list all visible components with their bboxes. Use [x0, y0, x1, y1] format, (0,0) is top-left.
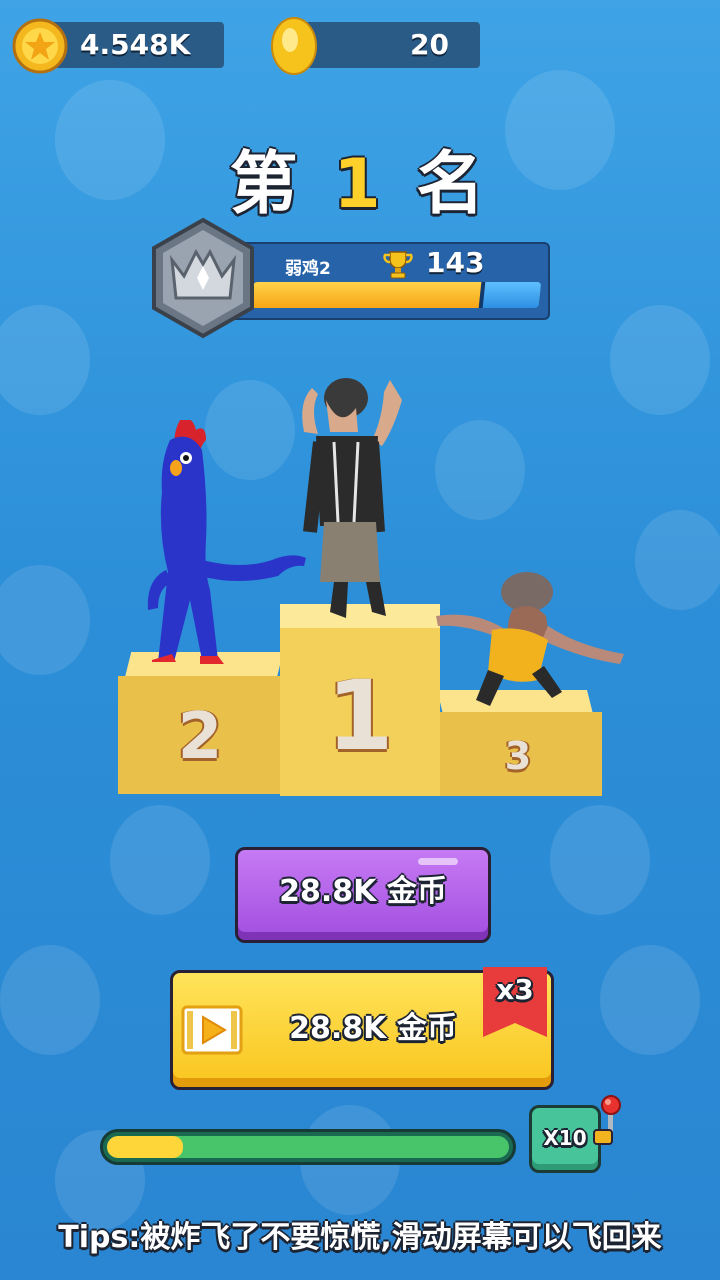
- basketball-character: [436, 572, 624, 706]
- gold-coin-icon: [271, 17, 317, 75]
- gold-coin-bar: [300, 22, 480, 68]
- claim-coins-button[interactable]: 28.8K 金币: [235, 847, 491, 943]
- gold-coin-amount: 20: [410, 28, 449, 61]
- podium-second-number: 2: [177, 700, 223, 774]
- bonus-progress-bar: [100, 1129, 516, 1165]
- x10-slot-machine-button[interactable]: X10: [529, 1105, 601, 1173]
- trophy-icon: [383, 251, 413, 279]
- xp-progress-fill: [250, 282, 481, 308]
- watch-video-claim-button[interactable]: 28.8K 金币 x3: [170, 967, 554, 1090]
- multiplier-badge-text: x3: [496, 973, 534, 1006]
- star-coin-amount: 4.548K: [80, 28, 191, 61]
- rank-number: 1: [333, 145, 387, 224]
- player-profile-bar: 弱鸡2 143: [228, 242, 550, 320]
- podium-first-number: 1: [326, 660, 394, 772]
- rank-badge-icon: [152, 217, 254, 339]
- rank-prefix: 第: [229, 145, 304, 224]
- bonus-progress-fill: [107, 1136, 184, 1158]
- claim-coins-label: 28.8K 金币: [279, 874, 447, 909]
- podium-third-number: 3: [504, 734, 532, 778]
- xp-progress-remaining: [482, 282, 542, 308]
- trophy-count: 143: [426, 246, 485, 279]
- slot-lever-icon: [593, 1095, 621, 1145]
- star-coin-icon: [12, 18, 68, 74]
- player-name: 弱鸡2: [285, 259, 331, 279]
- winner-character: [302, 377, 402, 618]
- x10-label: X10: [543, 1126, 587, 1150]
- blue-chicken-character: [147, 420, 306, 664]
- tips-text: Tips:被炸飞了不要惊慌,滑动屏幕可以飞回来: [58, 1220, 662, 1255]
- xp-progress-bar: [250, 282, 542, 308]
- rank-suffix: 名: [416, 145, 491, 224]
- rank-title: 第 1 名: [0, 128, 720, 227]
- watch-video-claim-label: 28.8K 金币: [289, 1011, 457, 1046]
